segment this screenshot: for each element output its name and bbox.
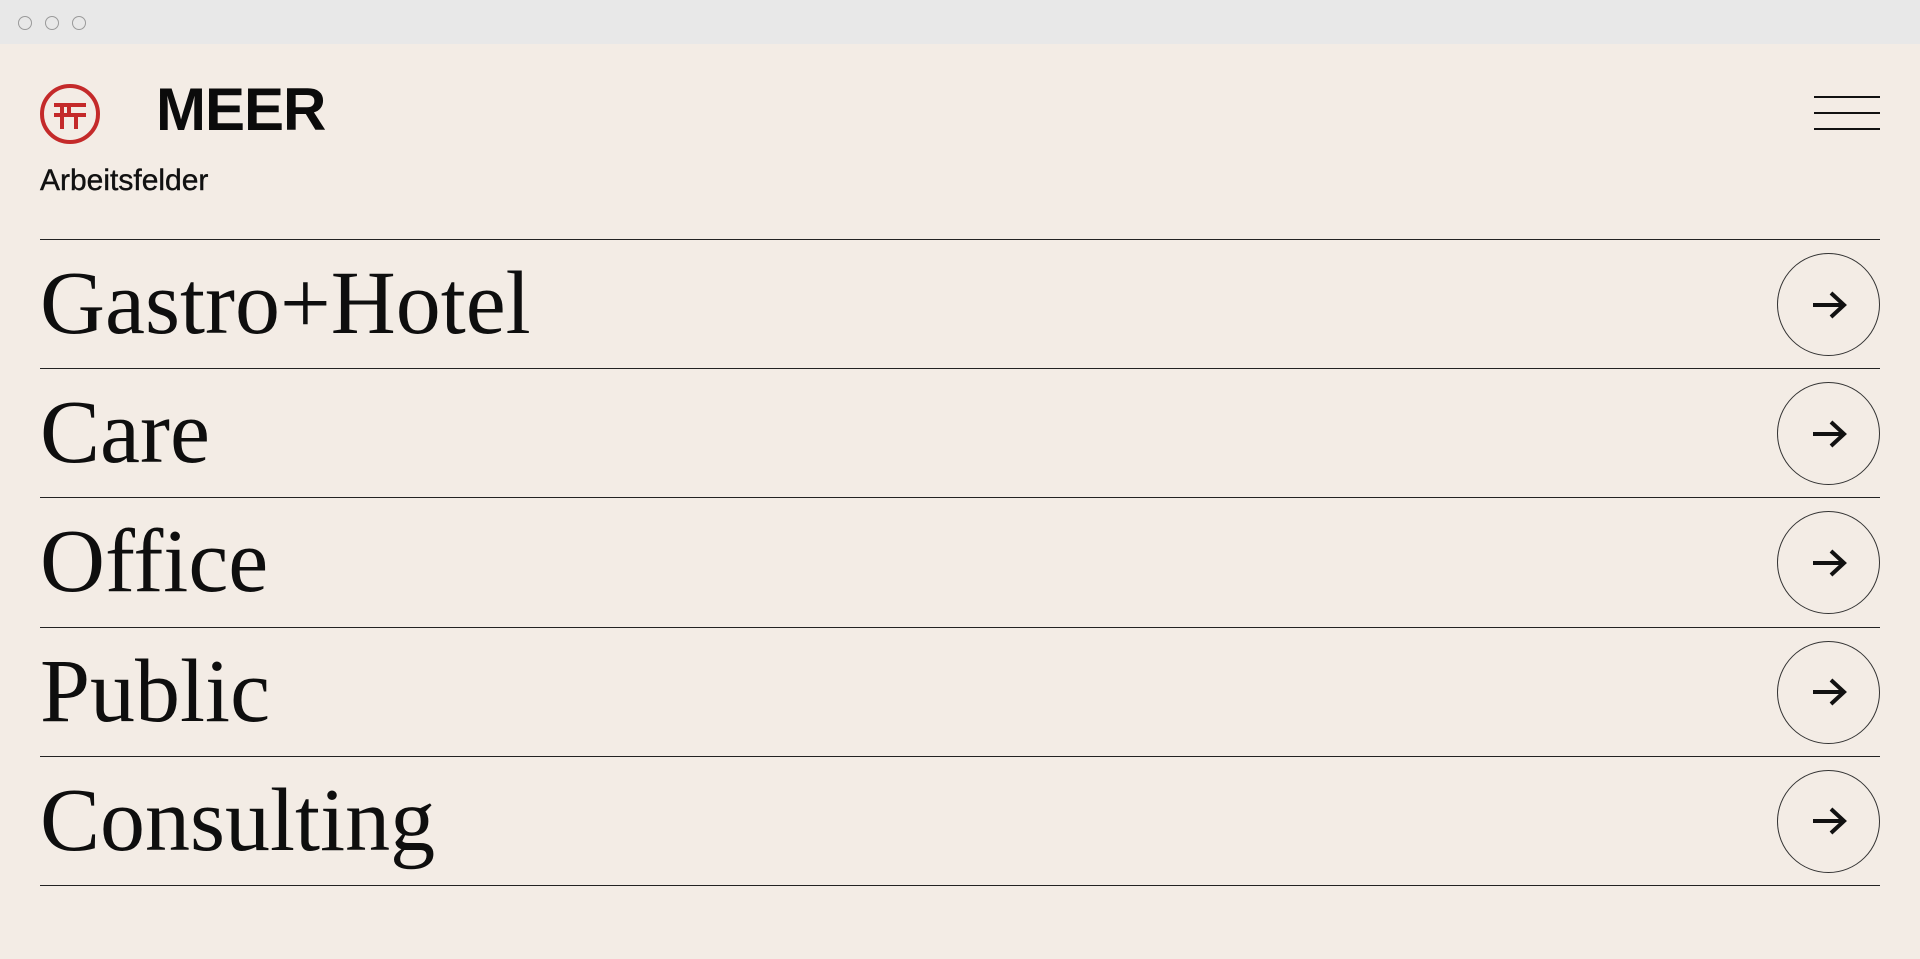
section-title: Arbeitsfelder xyxy=(40,164,209,197)
field-label[interactable]: Gastro+Hotel xyxy=(40,252,531,356)
hamburger-menu-icon[interactable] xyxy=(1814,94,1880,134)
arrow-right-icon[interactable] xyxy=(1777,640,1880,744)
field-label[interactable]: Public xyxy=(40,640,270,744)
field-row-care[interactable]: Care xyxy=(40,369,1880,499)
meer-logo-icon[interactable] xyxy=(39,83,101,145)
field-row-gastro-hotel[interactable]: Gastro+Hotel xyxy=(40,240,1880,370)
field-row-consulting[interactable]: Consulting xyxy=(40,757,1880,886)
window-close-icon[interactable] xyxy=(18,16,32,30)
arrow-right-icon[interactable] xyxy=(1777,382,1880,486)
fields-list: Gastro+Hotel Care Office Public Consulti… xyxy=(40,239,1880,886)
window-minimize-icon[interactable] xyxy=(45,16,59,30)
field-row-public[interactable]: Public xyxy=(40,628,1880,757)
field-row-office[interactable]: Office xyxy=(40,498,1880,628)
arrow-right-icon[interactable] xyxy=(1777,769,1880,873)
field-label[interactable]: Office xyxy=(40,510,268,614)
field-label[interactable]: Care xyxy=(40,381,210,485)
window-maximize-icon[interactable] xyxy=(72,16,86,30)
field-label[interactable]: Consulting xyxy=(40,769,435,873)
arrow-right-icon[interactable] xyxy=(1777,253,1880,356)
page: MEER Arbeitsfelder Gastro+Hotel Care Off… xyxy=(0,44,1920,959)
arrow-right-icon[interactable] xyxy=(1777,511,1880,615)
browser-window-bar xyxy=(0,0,1920,44)
brand-name[interactable]: MEER xyxy=(156,80,326,140)
